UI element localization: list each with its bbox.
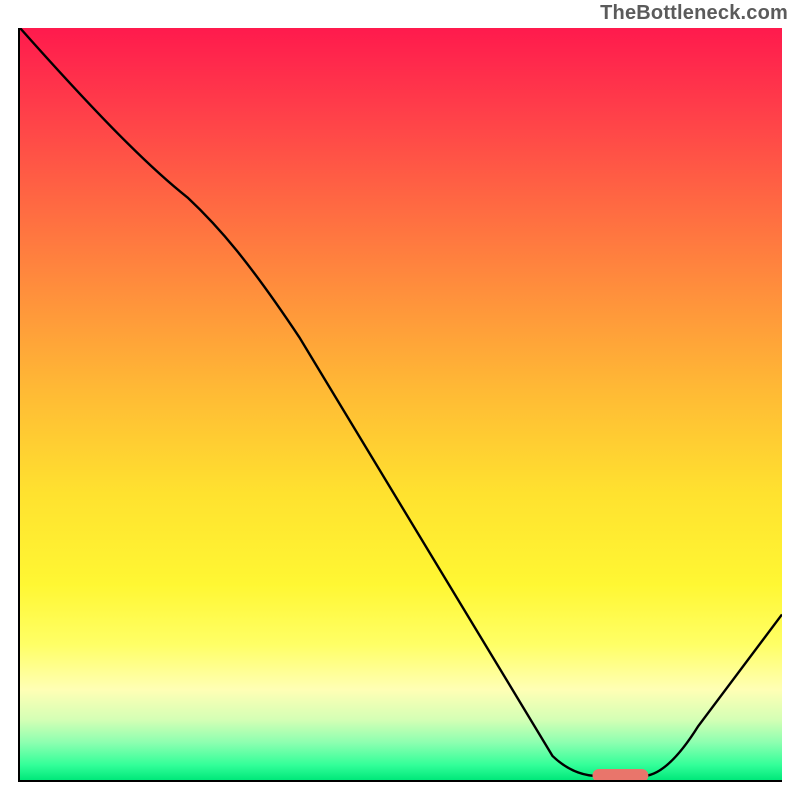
attribution-text: TheBottleneck.com: [600, 2, 788, 25]
optimum-marker: [592, 769, 648, 780]
plot-area: [18, 28, 782, 782]
curve-overlay: [20, 28, 782, 780]
chart-frame: TheBottleneck.com: [0, 0, 800, 800]
bottleneck-curve-path: [20, 28, 782, 776]
